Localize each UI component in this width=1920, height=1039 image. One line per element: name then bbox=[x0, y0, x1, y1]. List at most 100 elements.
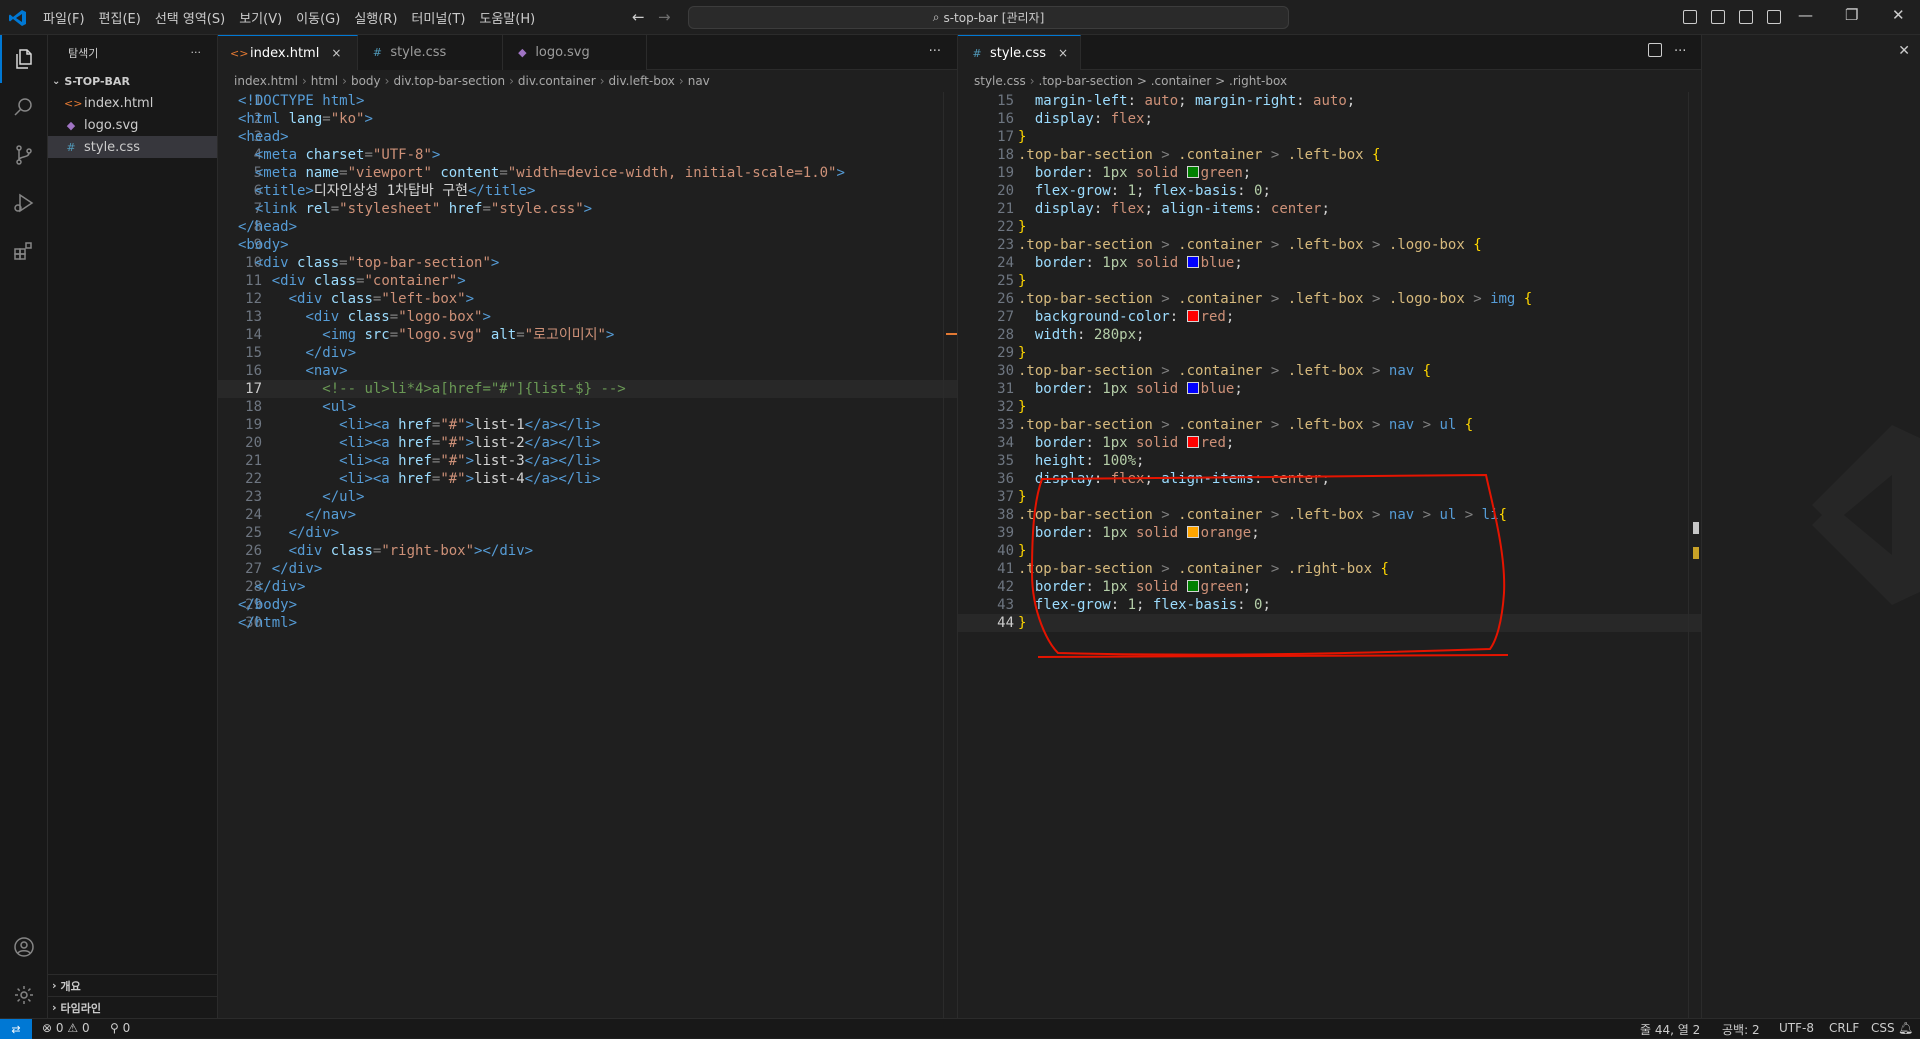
search-view-icon[interactable] bbox=[0, 83, 48, 131]
encoding-status[interactable]: UTF-8 bbox=[1779, 1021, 1814, 1035]
accounts-icon[interactable] bbox=[0, 923, 48, 971]
cursor-position[interactable]: 줄 44, 열 2 bbox=[1640, 1021, 1700, 1038]
code-line[interactable]: 42 border: 1px solid green; bbox=[958, 578, 1701, 596]
toggle-sidebar-icon[interactable] bbox=[1683, 10, 1697, 24]
code-line[interactable]: 4 <meta charset="UTF-8"> bbox=[218, 146, 957, 164]
code-line[interactable]: 5 <meta name="viewport" content="width=d… bbox=[218, 164, 957, 182]
code-line[interactable]: 11 <div class="container"> bbox=[218, 272, 957, 290]
code-line[interactable]: 9 <body> bbox=[218, 236, 957, 254]
code-line[interactable]: 17 <!-- ul>li*4>a[href="#"]{list-$} --> bbox=[218, 380, 957, 398]
close-icon[interactable]: × bbox=[1058, 46, 1068, 60]
menu-item[interactable]: 터미널(T) bbox=[404, 8, 472, 27]
file-item[interactable]: <> index.html bbox=[48, 92, 217, 114]
extensions-icon[interactable] bbox=[0, 227, 48, 275]
code-line[interactable]: 18 .top-bar-section > .container > .left-… bbox=[958, 146, 1701, 164]
ports-status[interactable]: ⚲ 0 bbox=[110, 1021, 130, 1035]
command-center[interactable]: ⌕ s-top-bar [관리자] bbox=[688, 6, 1289, 29]
menu-item[interactable]: 선택 영역(S) bbox=[148, 8, 232, 27]
code-line[interactable]: 19 <li><a href="#">list-1</a></li> bbox=[218, 416, 957, 434]
folder-s-top-bar[interactable]: ⌄ S-TOP-BAR bbox=[48, 70, 217, 92]
code-line[interactable]: 41 .top-bar-section > .container > .right… bbox=[958, 560, 1701, 578]
code-line[interactable]: 39 border: 1px solid orange; bbox=[958, 524, 1701, 542]
minimize-icon[interactable]: — bbox=[1798, 6, 1813, 24]
problems-status[interactable]: ⊗ 0 ⚠ 0 bbox=[42, 1021, 90, 1035]
breadcrumb-item[interactable]: .top-bar-section > .container > .right-b… bbox=[1039, 74, 1288, 88]
code-line[interactable]: 3 <head> bbox=[218, 128, 957, 146]
close-window-icon[interactable]: ✕ bbox=[1892, 6, 1905, 24]
breadcrumb-item[interactable]: nav bbox=[688, 74, 710, 88]
code-line[interactable]: 19 border: 1px solid green; bbox=[958, 164, 1701, 182]
code-line[interactable]: 27 </div> bbox=[218, 560, 957, 578]
code-line[interactable]: 22} bbox=[958, 218, 1701, 236]
code-line[interactable]: 16 display: flex; bbox=[958, 110, 1701, 128]
close-secondary-sidebar-icon[interactable]: ✕ bbox=[1898, 43, 1910, 59]
language-mode[interactable]: CSS bbox=[1871, 1021, 1895, 1035]
settings-gear-icon[interactable] bbox=[0, 971, 48, 1019]
code-line[interactable]: 2 <html lang="ko"> bbox=[218, 110, 957, 128]
code-line[interactable]: 35 height: 100%; bbox=[958, 452, 1701, 470]
code-line[interactable]: 18 <ul> bbox=[218, 398, 957, 416]
code-line[interactable]: 31 border: 1px solid blue; bbox=[958, 380, 1701, 398]
menu-item[interactable]: 도움말(H) bbox=[472, 8, 542, 27]
breadcrumb-item[interactable]: body bbox=[351, 74, 381, 88]
code-line[interactable]: 12 <div class="left-box"> bbox=[218, 290, 957, 308]
code-line[interactable]: 25} bbox=[958, 272, 1701, 290]
code-line[interactable]: 44} bbox=[958, 614, 1701, 632]
forward-arrow-icon[interactable]: → bbox=[658, 8, 671, 26]
code-line[interactable]: 34 border: 1px solid red; bbox=[958, 434, 1701, 452]
code-line[interactable]: 15 margin-left: auto; margin-right: auto… bbox=[958, 92, 1701, 110]
close-icon[interactable]: × bbox=[331, 46, 345, 60]
code-line[interactable]: 30 .top-bar-section > .container > .left-… bbox=[958, 362, 1701, 380]
code-line[interactable]: 29} bbox=[958, 344, 1701, 362]
code-line[interactable]: 13 <div class="logo-box"> bbox=[218, 308, 957, 326]
menu-item[interactable]: 보기(V) bbox=[232, 8, 289, 27]
eol-status[interactable]: CRLF bbox=[1829, 1021, 1859, 1035]
code-line[interactable]: 7 <link rel="stylesheet" href="style.css… bbox=[218, 200, 957, 218]
toggle-panel-icon[interactable] bbox=[1711, 10, 1725, 24]
code-line[interactable]: 25 </div> bbox=[218, 524, 957, 542]
code-line[interactable]: 14 <img src="logo.svg" alt="로고이미지"> bbox=[218, 326, 957, 344]
color-swatch-icon[interactable] bbox=[1186, 580, 1199, 592]
code-line[interactable]: 21 <li><a href="#">list-3</a></li> bbox=[218, 452, 957, 470]
breadcrumb-item[interactable]: html bbox=[311, 74, 338, 88]
code-line[interactable]: 22 <li><a href="#">list-4</a></li> bbox=[218, 470, 957, 488]
restore-icon[interactable]: ❐ bbox=[1845, 6, 1858, 24]
color-swatch-icon[interactable] bbox=[1186, 382, 1199, 394]
code-line[interactable]: 6 <title>디자인상성 1차탑바 구현</title> bbox=[218, 182, 957, 200]
editor-tab[interactable]: ◆ logo.svg bbox=[503, 35, 647, 70]
code-line[interactable]: 20 flex-grow: 1; flex-basis: 0; bbox=[958, 182, 1701, 200]
customize-layout-icon[interactable] bbox=[1767, 10, 1781, 24]
code-line[interactable]: 17} bbox=[958, 128, 1701, 146]
code-line[interactable]: 33 .top-bar-section > .container > .left-… bbox=[958, 416, 1701, 434]
file-item[interactable]: # style.css bbox=[48, 136, 217, 158]
code-line[interactable]: 38 .top-bar-section > .container > .left-… bbox=[958, 506, 1701, 524]
notifications-bell-icon[interactable]: 🔔︎ bbox=[1898, 1021, 1913, 1035]
outline-section[interactable]: › 개요 bbox=[48, 974, 218, 996]
indentation-status[interactable]: 공백: 2 bbox=[1722, 1021, 1760, 1038]
color-swatch-icon[interactable] bbox=[1186, 310, 1199, 322]
tab-style-css[interactable]: # style.css × bbox=[958, 35, 1082, 70]
file-item[interactable]: ◆ logo.svg bbox=[48, 114, 217, 136]
source-control-icon[interactable] bbox=[0, 131, 48, 179]
breadcrumb-item[interactable]: div.top-bar-section bbox=[393, 74, 505, 88]
code-line[interactable]: 26 .top-bar-section > .container > .left-… bbox=[958, 290, 1701, 308]
split-editor-icon[interactable] bbox=[1648, 43, 1662, 57]
menu-item[interactable]: 편집(E) bbox=[92, 8, 148, 27]
toggle-secondary-sidebar-icon[interactable] bbox=[1739, 10, 1753, 24]
color-swatch-icon[interactable] bbox=[1186, 436, 1199, 448]
code-line[interactable]: 10 <div class="top-bar-section"> bbox=[218, 254, 957, 272]
code-line[interactable]: 43 flex-grow: 1; flex-basis: 0; bbox=[958, 596, 1701, 614]
code-line[interactable]: 16 <nav> bbox=[218, 362, 957, 380]
code-line[interactable]: 1 <!DOCTYPE html> bbox=[218, 92, 957, 110]
code-line[interactable]: 29 </body> bbox=[218, 596, 957, 614]
code-line[interactable]: 24 </nav> bbox=[218, 506, 957, 524]
code-line[interactable]: 26 <div class="right-box"></div> bbox=[218, 542, 957, 560]
html-code-editor[interactable]: 1 <!DOCTYPE html> 2 <html lang="ko"> 3 <head>… bbox=[218, 92, 957, 1018]
editor-tab[interactable]: # style.css bbox=[358, 35, 504, 70]
scrollbar[interactable] bbox=[943, 92, 958, 1018]
code-line[interactable]: 8 </head> bbox=[218, 218, 957, 236]
color-swatch-icon[interactable] bbox=[1186, 256, 1199, 268]
code-line[interactable]: 15 </div> bbox=[218, 344, 957, 362]
code-line[interactable]: 40} bbox=[958, 542, 1701, 560]
explorer-more-button[interactable]: ··· bbox=[191, 46, 202, 59]
